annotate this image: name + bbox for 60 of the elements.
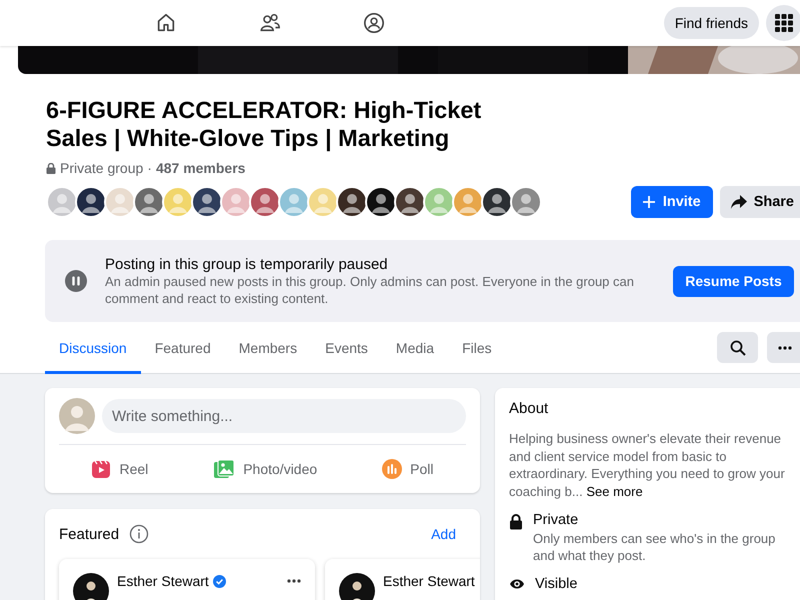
share-button[interactable]: Share xyxy=(720,186,800,218)
group-icon xyxy=(363,12,385,34)
member-avatar[interactable] xyxy=(336,186,368,218)
search-icon xyxy=(730,340,746,356)
more-button[interactable] xyxy=(767,332,800,363)
notice-text: An admin paused new posts in this group. Only admins can post. Everyone in the group can comment and react to existing content. xyxy=(105,272,635,306)
find-friends-button[interactable]: Find friends xyxy=(664,7,759,39)
lock-icon xyxy=(509,514,523,530)
more-icon xyxy=(778,346,792,350)
people-icon xyxy=(259,12,281,34)
write-post-field[interactable]: Write something... xyxy=(102,399,466,433)
member-avatar[interactable] xyxy=(75,186,107,218)
reel-icon xyxy=(91,459,112,479)
invite-button[interactable]: Invite xyxy=(630,186,713,218)
setting-title: Private xyxy=(533,512,580,528)
about-title: About xyxy=(509,400,550,417)
menu-button[interactable] xyxy=(766,5,800,41)
setting-title: Visible xyxy=(535,576,578,592)
tab[interactable]: Files xyxy=(448,322,506,374)
see-more-link[interactable]: See more xyxy=(586,484,643,498)
pause-icon xyxy=(65,270,87,292)
lock-icon xyxy=(46,162,56,174)
tab[interactable]: Members xyxy=(224,322,312,374)
privacy-label: Private group xyxy=(60,160,144,176)
featured-post-card[interactable]: Esther Stewart xyxy=(325,559,480,600)
search-button[interactable] xyxy=(717,332,758,363)
featured-post-card[interactable]: Esther Stewart xyxy=(59,559,315,600)
poll-icon xyxy=(382,459,402,479)
author-name[interactable]: Esther Stewart xyxy=(117,573,209,589)
author-avatar xyxy=(73,573,109,600)
member-avatar[interactable] xyxy=(481,186,513,218)
member-avatar[interactable] xyxy=(394,186,426,218)
member-avatar[interactable] xyxy=(365,186,397,218)
author-avatar xyxy=(339,573,375,600)
tab[interactable]: Events xyxy=(311,322,382,374)
member-avatar[interactable] xyxy=(191,186,223,218)
grid-icon xyxy=(774,13,794,33)
separator: · xyxy=(147,160,152,176)
plus-icon xyxy=(642,196,655,208)
photo-icon xyxy=(213,459,236,479)
poll-button[interactable]: Poll xyxy=(376,455,440,483)
member-count[interactable]: 487 members xyxy=(156,160,246,176)
tab[interactable]: Featured xyxy=(140,322,225,374)
add-link[interactable]: Add xyxy=(431,526,456,542)
group-title: 6-FIGURE ACCELERATOR: High-Ticket Sales | White-Glove Tips | Marketing xyxy=(46,96,482,152)
notice-title: Posting in this group is temporarily paused xyxy=(105,256,389,272)
info-icon[interactable] xyxy=(129,524,150,544)
reel-button[interactable]: Reel xyxy=(85,455,154,483)
author-name[interactable]: Esther Stewart xyxy=(383,573,475,589)
more-icon[interactable] xyxy=(287,579,301,583)
share-icon xyxy=(730,194,748,210)
user-avatar xyxy=(59,398,95,434)
featured-title: Featured xyxy=(59,526,120,542)
about-text: Helping business owner's elevate their revenue and client service model from basic to extraordinary. Everything you need to grow your coaching b... See more xyxy=(509,430,786,500)
eye-icon xyxy=(509,578,525,590)
setting-description: Only members can see who's in the group and what they post. xyxy=(533,530,776,564)
resume-posts-button[interactable]: Resume Posts xyxy=(673,266,794,296)
photo-button[interactable]: Photo/video xyxy=(207,455,324,483)
home-icon xyxy=(155,12,177,34)
tab[interactable]: Media xyxy=(382,322,448,374)
